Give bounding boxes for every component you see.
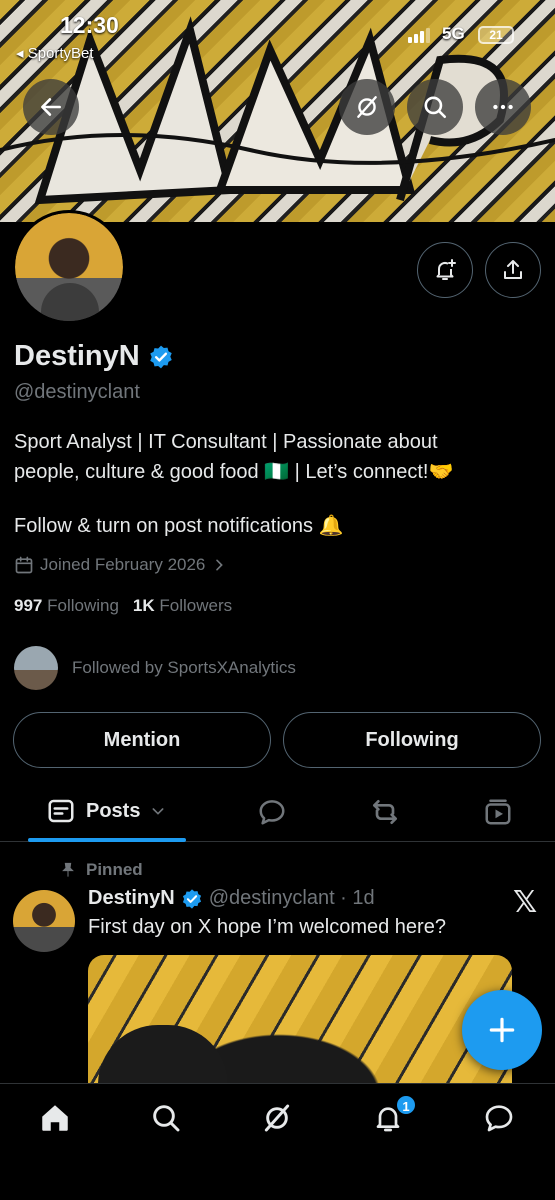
bio-line-2: people, culture & good food 🇳🇬 | Let’s c…	[14, 461, 454, 483]
messages-icon	[485, 1105, 513, 1132]
profile-name-text: DestinyN	[14, 340, 140, 372]
back-button[interactable]	[23, 79, 79, 135]
follower-avatar	[14, 646, 58, 690]
mention-button[interactable]: Mention	[13, 712, 271, 768]
notifications-badge: 1	[395, 1094, 417, 1116]
chevron-down-icon	[153, 808, 164, 815]
share-button[interactable]	[485, 242, 541, 298]
posts-icon	[48, 799, 74, 823]
profile-bio: Sport Analyst | IT Consultant | Passiona…	[14, 427, 534, 487]
joined-date[interactable]: Joined February 2026	[14, 555, 227, 575]
following-count-link[interactable]: 997 Following	[14, 596, 119, 616]
more-icon	[493, 104, 513, 110]
bio-line-1: Sport Analyst | IT Consultant | Passiona…	[14, 431, 438, 453]
arrow-left-icon	[41, 98, 61, 116]
pinned-text: Pinned	[86, 860, 143, 879]
following-button[interactable]: Following	[283, 712, 541, 768]
post-author-avatar[interactable]	[13, 890, 75, 952]
active-tab-indicator	[28, 838, 186, 842]
profile-handle: @destinyclant	[14, 381, 140, 403]
tab-posts-label: Posts	[86, 799, 141, 822]
verified-icon	[182, 888, 201, 909]
bell-plus-icon	[436, 259, 456, 280]
search-icon	[153, 1105, 180, 1132]
followers-label: Followers	[159, 596, 233, 615]
post-handle-time: @destinyclant · 1d	[208, 887, 375, 909]
repost-icon	[373, 800, 397, 824]
home-icon	[42, 1105, 68, 1131]
post-author-name[interactable]: DestinyN	[88, 887, 175, 910]
grok-icon	[357, 96, 377, 118]
notify-button[interactable]	[417, 242, 473, 298]
plus-icon	[489, 1017, 515, 1043]
x-logo-icon: 𝕏	[513, 886, 538, 919]
grok-icon	[264, 1104, 290, 1132]
search-button[interactable]	[407, 79, 463, 135]
media-shape	[98, 1025, 228, 1083]
bio-line-3: Follow & turn on post notifications 🔔	[14, 515, 344, 537]
followed-by-text: Followed by SportsXAnalytics	[72, 658, 296, 677]
battery-indicator: 21	[478, 26, 514, 44]
chevron-right-icon	[216, 559, 224, 571]
share-icon	[504, 260, 522, 279]
followed-by[interactable]: Followed by SportsXAnalytics	[14, 646, 296, 690]
media-icon	[485, 799, 511, 825]
network-type: 5G	[442, 24, 465, 43]
joined-text: Joined February 2026	[40, 555, 206, 574]
following-count: 997	[14, 596, 43, 615]
pinned-label: Pinned	[60, 860, 143, 880]
avatar-photo	[15, 213, 123, 321]
post-header: DestinyN @destinyclant · 1d	[88, 887, 375, 910]
following-label: Following	[47, 596, 119, 615]
nav-search[interactable]	[148, 1100, 184, 1136]
tab-replies[interactable]	[256, 796, 288, 828]
post-text[interactable]: First day on X hope I’m welcomed here?	[88, 916, 446, 939]
compose-button[interactable]	[462, 990, 542, 1070]
nav-grok[interactable]	[259, 1100, 295, 1136]
followers-count-link[interactable]: 1K Followers	[133, 596, 232, 616]
post-media-image[interactable]	[88, 955, 512, 1083]
signal-icon	[408, 28, 430, 43]
status-bar: 12:30 ◂ SportyBet 5G 21	[0, 0, 555, 62]
profile-tabs: Posts	[0, 784, 555, 842]
follow-counts: 997 Following 1K Followers	[14, 596, 232, 616]
search-icon	[424, 96, 447, 119]
followers-count: 1K	[132, 596, 155, 615]
status-time: 12:30	[60, 12, 119, 38]
pin-icon	[62, 862, 74, 877]
back-to-app-link[interactable]: ◂ SportyBet	[16, 44, 94, 62]
more-button[interactable]	[475, 79, 531, 135]
tab-reposts[interactable]	[369, 796, 401, 828]
grok-button[interactable]	[339, 79, 395, 135]
profile-banner[interactable]: 12:30 ◂ SportyBet 5G 21	[0, 0, 555, 222]
reply-icon	[259, 800, 285, 825]
profile-avatar[interactable]	[12, 210, 126, 324]
nav-home[interactable]	[37, 1100, 73, 1136]
tab-media[interactable]	[482, 796, 514, 828]
calendar-icon	[15, 556, 33, 574]
nav-messages[interactable]	[481, 1100, 517, 1136]
bottom-nav: 1	[0, 1083, 555, 1200]
tab-posts[interactable]: Posts	[46, 796, 166, 826]
verified-icon[interactable]	[148, 344, 174, 370]
profile-name: DestinyN	[14, 340, 174, 373]
